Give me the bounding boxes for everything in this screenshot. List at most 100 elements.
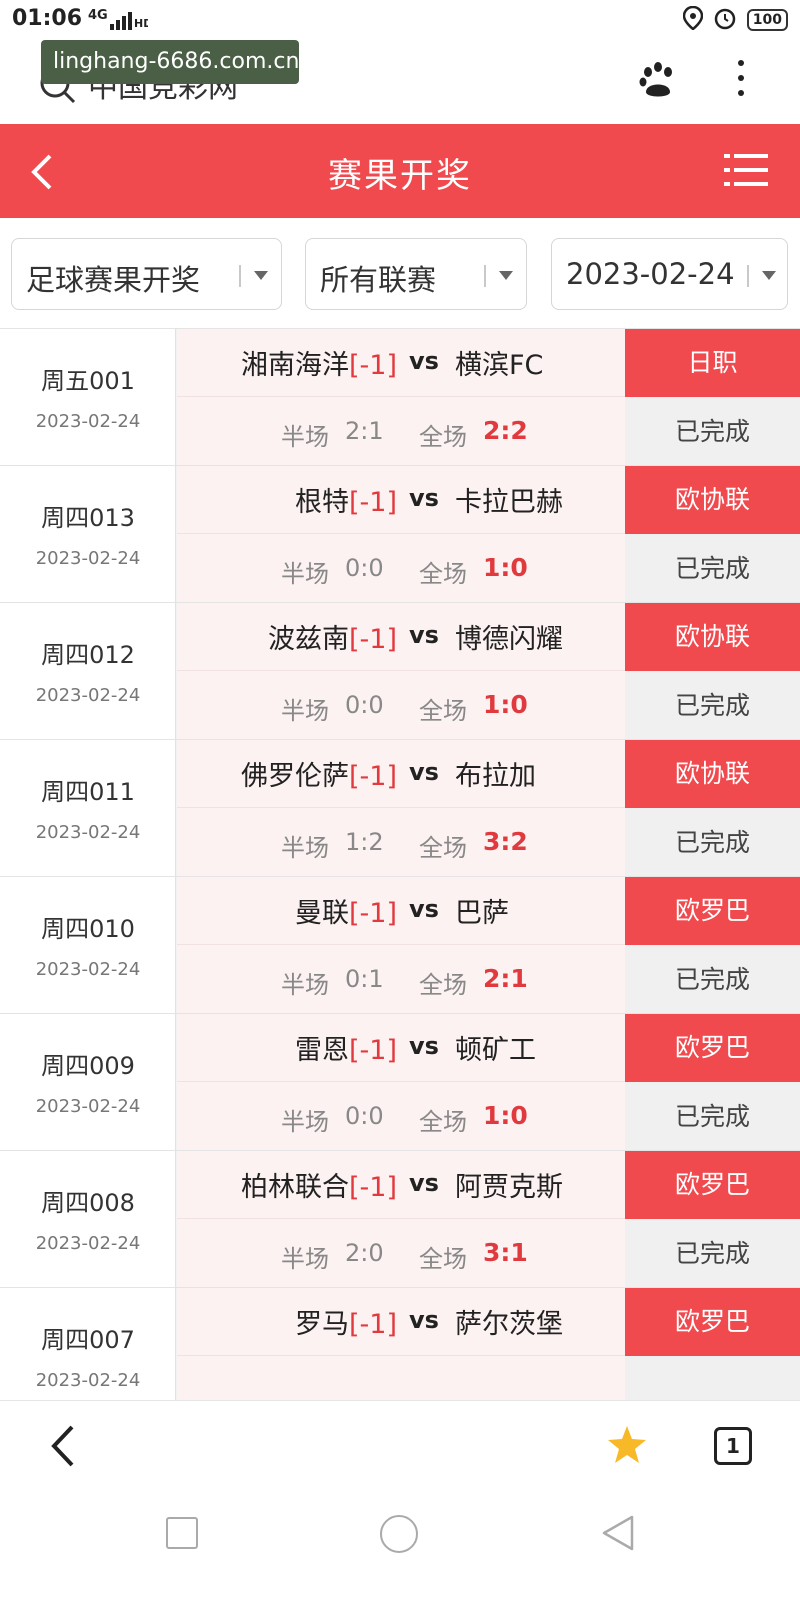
match-status: 已完成 xyxy=(625,808,800,878)
match-number: 周五001 xyxy=(41,367,135,395)
teams-row: 湘南海洋[-1] vs 横滨FC xyxy=(177,329,625,397)
result-list[interactable]: 周五001 2023-02-24 湘南海洋[-1] vs 横滨FC 半场 2:1… xyxy=(0,328,800,1400)
full-time-score: 2:2 xyxy=(483,416,528,445)
half-time-score: 0:1 xyxy=(345,965,384,993)
system-back-icon[interactable] xyxy=(600,1513,636,1557)
browser-back-icon[interactable] xyxy=(46,1421,82,1475)
match-row[interactable]: 周四011 2023-02-24 佛罗伦萨[-1] vs 布拉加 半场 1:2 … xyxy=(0,739,800,878)
match-row[interactable]: 周四008 2023-02-24 柏林联合[-1] vs 阿贾克斯 半场 2:0… xyxy=(0,1150,800,1289)
page-title: 赛果开奖 xyxy=(328,156,472,196)
type-select[interactable]: 足球赛果开奖 xyxy=(11,238,282,310)
handicap: [-1] xyxy=(349,761,397,792)
match-row[interactable]: 周四009 2023-02-24 雷恩[-1] vs 顿矿工 半场 0:0 全场… xyxy=(0,1013,800,1152)
home-team: 波兹南[-1] xyxy=(268,617,397,656)
handicap: [-1] xyxy=(349,624,397,655)
divider xyxy=(239,265,241,287)
page: 01:06 4G HD 100 中国竞彩网 linghang-6686.com.… xyxy=(0,0,800,1600)
full-time-score: 2:1 xyxy=(483,964,528,993)
match-number: 周四007 xyxy=(41,1326,135,1354)
league-badge: 欧协联 xyxy=(625,740,800,808)
match-row[interactable]: 周四010 2023-02-24 曼联[-1] vs 巴萨 半场 0:1 全场 … xyxy=(0,876,800,1015)
full-time-score: 3:2 xyxy=(483,827,528,856)
league-badge: 欧罗巴 xyxy=(625,1288,800,1356)
home-team-name: 湘南海洋 xyxy=(241,350,349,381)
battery-icon: 100 xyxy=(746,9,788,31)
home-team-name: 波兹南 xyxy=(268,624,349,655)
home-icon[interactable] xyxy=(380,1515,418,1553)
status-bar: 01:06 4G HD 100 xyxy=(0,0,800,40)
home-team-name: 佛罗伦萨 xyxy=(241,761,349,792)
full-time-label: 全场 xyxy=(419,560,467,588)
away-team: 博德闪耀 xyxy=(455,624,563,655)
star-icon[interactable] xyxy=(606,1425,648,1469)
home-team: 湘南海洋[-1] xyxy=(241,343,397,382)
match-date: 2023-02-24 xyxy=(35,1096,141,1117)
match-row[interactable]: 周五001 2023-02-24 湘南海洋[-1] vs 横滨FC 半场 2:1… xyxy=(0,328,800,467)
tabs-count-icon[interactable]: 1 xyxy=(714,1427,752,1465)
full-time-score: 1:0 xyxy=(483,690,528,719)
match-info: 周四011 2023-02-24 xyxy=(0,740,176,878)
match-status: 已完成 xyxy=(625,397,800,467)
home-team-name: 雷恩 xyxy=(295,1035,349,1066)
alarm-icon xyxy=(713,6,737,34)
vs-label: vs xyxy=(409,347,439,375)
score-row: 半场 0:0 全场 1:0 xyxy=(177,1082,625,1152)
half-time-label: 半场 xyxy=(281,834,329,862)
away-team: 巴萨 xyxy=(455,898,509,929)
full-time-label: 全场 xyxy=(419,971,467,999)
match-info: 周四012 2023-02-24 xyxy=(0,603,176,741)
divider xyxy=(747,265,749,287)
signal-icon: HD xyxy=(108,10,152,34)
match-number: 周四008 xyxy=(41,1189,135,1217)
match-info: 周四009 2023-02-24 xyxy=(0,1014,176,1152)
match-status xyxy=(625,1356,800,1400)
match-number: 周四011 xyxy=(41,778,135,806)
home-team: 柏林联合[-1] xyxy=(241,1165,397,1204)
half-time-score: 2:1 xyxy=(345,417,384,445)
full-time-label: 全场 xyxy=(419,1245,467,1273)
match-number: 周四012 xyxy=(41,641,135,669)
half-time-label: 半场 xyxy=(281,1108,329,1136)
paw-icon[interactable] xyxy=(638,60,678,104)
home-team-name: 罗马 xyxy=(295,1309,349,1340)
score-row: 半场 0:0 全场 1:0 xyxy=(177,671,625,741)
home-team-name: 根特 xyxy=(295,487,349,518)
more-options-icon[interactable] xyxy=(736,60,746,102)
league-badge: 欧协联 xyxy=(625,466,800,534)
full-time-score: 1:0 xyxy=(483,553,528,582)
full-time-label: 全场 xyxy=(419,1108,467,1136)
browser-bottom-bar: 1 xyxy=(0,1400,800,1600)
away-team: 布拉加 xyxy=(455,761,536,792)
half-time-score: 1:2 xyxy=(345,828,384,856)
match-info: 周四013 2023-02-24 xyxy=(0,466,176,604)
system-nav-bar xyxy=(0,1495,800,1575)
league-badge: 日职 xyxy=(625,329,800,397)
half-time-score: 0:0 xyxy=(345,691,384,719)
recent-apps-icon[interactable] xyxy=(166,1517,198,1549)
match-row[interactable]: 周四007 2023-02-24 罗马[-1] vs 萨尔茨堡 半场 全场 欧罗… xyxy=(0,1287,800,1400)
half-time-score: 0:0 xyxy=(345,1102,384,1130)
league-select[interactable]: 所有联赛 xyxy=(305,238,527,310)
match-number: 周四010 xyxy=(41,915,135,943)
half-time-label: 半场 xyxy=(281,423,329,451)
full-time-label: 全场 xyxy=(419,834,467,862)
url-tooltip: linghang-6686.com.cn xyxy=(41,40,299,84)
home-team: 佛罗伦萨[-1] xyxy=(241,754,397,793)
league-badge: 欧罗巴 xyxy=(625,1151,800,1219)
chevron-down-icon xyxy=(499,271,513,280)
match-row[interactable]: 周四012 2023-02-24 波兹南[-1] vs 博德闪耀 半场 0:0 … xyxy=(0,602,800,741)
half-time-label: 半场 xyxy=(281,697,329,725)
date-select[interactable]: 2023-02-24 xyxy=(551,238,788,310)
match-status: 已完成 xyxy=(625,534,800,604)
away-team: 卡拉巴赫 xyxy=(455,487,563,518)
full-time-label: 全场 xyxy=(419,423,467,451)
teams-row: 罗马[-1] vs 萨尔茨堡 xyxy=(177,1288,625,1356)
half-time-score: 0:0 xyxy=(345,554,384,582)
teams-row: 波兹南[-1] vs 博德闪耀 xyxy=(177,603,625,671)
menu-icon[interactable] xyxy=(724,152,768,190)
match-row[interactable]: 周四013 2023-02-24 根特[-1] vs 卡拉巴赫 半场 0:0 全… xyxy=(0,465,800,604)
full-time-label: 全场 xyxy=(419,697,467,725)
match-info: 周四010 2023-02-24 xyxy=(0,877,176,1015)
score-row: 半场 0:1 全场 2:1 xyxy=(177,945,625,1015)
match-number: 周四009 xyxy=(41,1052,135,1080)
